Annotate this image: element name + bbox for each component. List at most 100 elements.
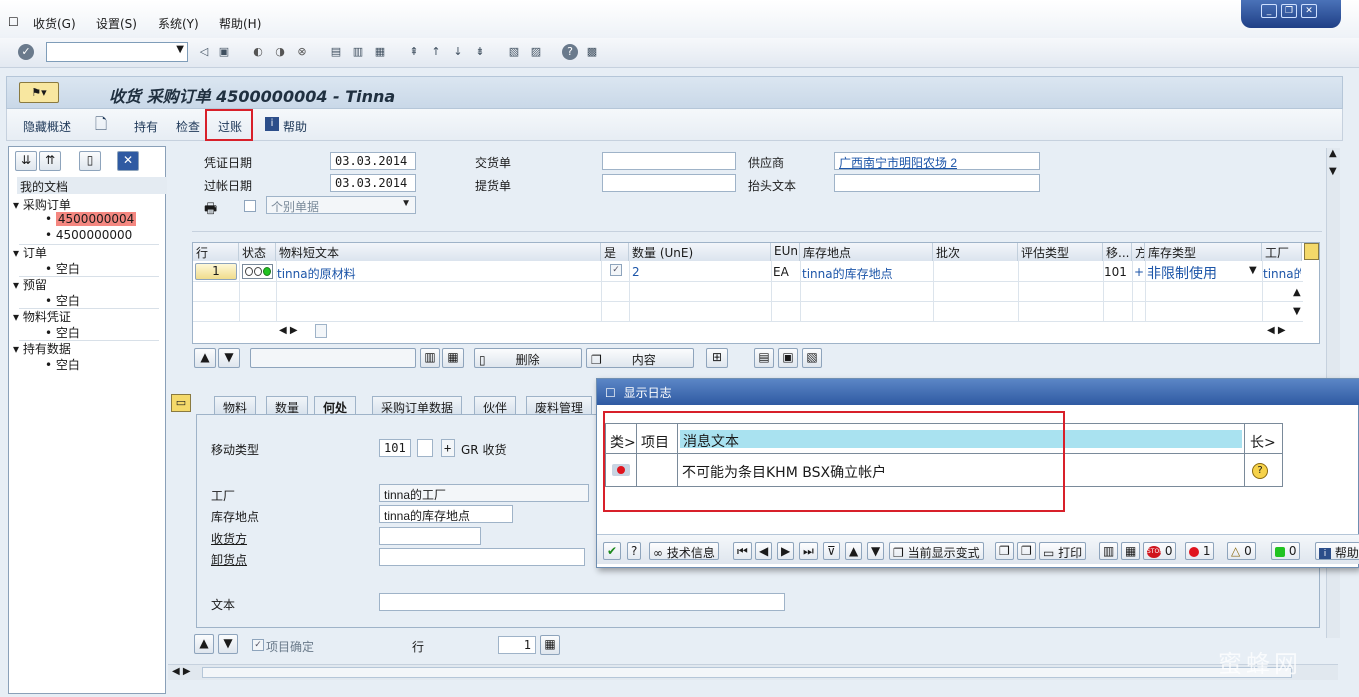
movement-type-field[interactable]: 101: [379, 439, 411, 457]
tab-po-data[interactable]: 采购订单数据: [372, 396, 463, 415]
error-count-button[interactable]: 1: [1185, 542, 1215, 560]
movement-cell[interactable]: 101: [1104, 265, 1127, 279]
next-icon[interactable]: ▶: [777, 542, 795, 560]
find-next-icon[interactable]: ▦: [1121, 542, 1141, 560]
first-icon[interactable]: ⏮: [733, 542, 752, 560]
check-button[interactable]: 检查: [176, 118, 200, 135]
expand-icon[interactable]: ⇊: [15, 151, 37, 171]
menu-settings[interactable]: 设置(S): [96, 15, 137, 32]
col-status[interactable]: 状态: [239, 243, 276, 261]
collapse-icon[interactable]: ⇈: [39, 151, 61, 171]
plant-field[interactable]: tinna的工厂: [379, 484, 589, 502]
tree-leaf-po-4500000000[interactable]: • 4500000000: [45, 228, 132, 242]
new-session-icon[interactable]: ▧: [506, 44, 522, 60]
grid-search-field[interactable]: [250, 348, 416, 368]
scroll-right-icon[interactable]: ◀ ▶: [1267, 325, 1286, 336]
next-item-icon[interactable]: ▼: [218, 634, 238, 654]
tree-leaf-reservation-empty[interactable]: • 空白: [45, 292, 80, 309]
printer-icon[interactable]: 🖶: [204, 198, 217, 222]
save-layout-icon[interactable]: ❐: [1017, 542, 1036, 560]
close-window-icon[interactable]: ✕: [1301, 4, 1317, 18]
close-icon[interactable]: ✕: [117, 151, 139, 171]
tree-leaf-material-doc-empty[interactable]: • 空白: [45, 324, 80, 341]
col-sloc[interactable]: 库存地点: [800, 243, 933, 261]
recipient-field[interactable]: [379, 527, 481, 545]
chevron-down-icon[interactable]: ▼: [176, 44, 184, 55]
col-ok[interactable]: 是: [601, 243, 629, 261]
filter-icon[interactable]: ▼: [218, 348, 240, 368]
col-batch[interactable]: 批次: [933, 243, 1018, 261]
help-icon[interactable]: ?: [562, 44, 578, 60]
restore-icon[interactable]: ❐: [1281, 4, 1297, 18]
stop-count-button[interactable]: STOP 0: [1143, 542, 1177, 560]
horizontal-scroll-thumb[interactable]: [315, 324, 327, 338]
print-version-select[interactable]: 个别单据 ▼: [266, 196, 416, 214]
enter-icon[interactable]: ✓: [18, 44, 34, 60]
go-to-line-icon[interactable]: ▦: [540, 635, 560, 655]
hold-button[interactable]: 持有: [134, 118, 158, 135]
first-page-icon[interactable]: ⇞: [406, 44, 422, 60]
overview-toggle-icon[interactable]: ⚑▾: [19, 82, 59, 103]
long-text-help-icon[interactable]: ?: [1252, 463, 1268, 479]
command-field[interactable]: ▼: [46, 42, 188, 62]
next-page-icon[interactable]: ↓: [450, 44, 466, 60]
col-long-text[interactable]: 长>: [1250, 432, 1276, 452]
column-layout-icon[interactable]: [1304, 243, 1319, 260]
quantity-cell[interactable]: 2: [632, 265, 640, 279]
select-icon[interactable]: ▣: [778, 348, 798, 368]
tab-quantity[interactable]: 数量: [266, 396, 309, 415]
line-number-field[interactable]: 1: [498, 636, 536, 654]
vendor-field[interactable]: 广西南宁市明阳农场 2: [834, 152, 1040, 170]
tree-node-order[interactable]: ▾ 订单: [13, 244, 47, 261]
col-plant[interactable]: 工厂: [1262, 243, 1302, 261]
menu-system[interactable]: 系统(Y): [158, 15, 199, 32]
find-icon[interactable]: ▥: [1099, 542, 1119, 560]
filter-icon[interactable]: ⊽: [823, 542, 840, 560]
scroll-down-icon[interactable]: ▼: [1329, 166, 1337, 177]
cancel-icon[interactable]: ⊗: [294, 44, 310, 60]
detail-toggle-icon[interactable]: ▭: [171, 394, 191, 412]
scroll-up-icon[interactable]: ▲: [1329, 148, 1337, 159]
col-movement[interactable]: 移...: [1103, 243, 1132, 261]
tree-node-held-data[interactable]: ▾ 持有数据: [13, 340, 71, 357]
new-document-icon[interactable]: 🗋: [95, 114, 107, 139]
minimize-icon[interactable]: _: [1261, 4, 1277, 18]
technical-info-button[interactable]: ∞ 技术信息: [649, 542, 719, 560]
last-page-icon[interactable]: ⇟: [472, 44, 488, 60]
chevron-down-icon[interactable]: ▼: [1249, 265, 1257, 276]
plant-cell[interactable]: tinna的: [1263, 265, 1301, 282]
tab-partner[interactable]: 伙伴: [474, 396, 517, 415]
exit-icon[interactable]: ◑: [272, 44, 288, 60]
shortcut-icon[interactable]: ▨: [528, 44, 544, 60]
unloading-point-field[interactable]: [379, 548, 585, 566]
find-icon[interactable]: ▥: [350, 44, 366, 60]
back-arrow-icon[interactable]: ◁: [196, 44, 212, 60]
last-icon[interactable]: ⏭: [799, 542, 818, 560]
prev-page-icon[interactable]: ↑: [428, 44, 444, 60]
back-icon[interactable]: ◐: [250, 44, 266, 60]
tab-material[interactable]: 物料: [214, 396, 257, 415]
col-direction[interactable]: 方: [1132, 243, 1145, 261]
system-menu-icon[interactable]: ☐: [8, 15, 19, 29]
col-material-text[interactable]: 物料短文本: [276, 243, 601, 261]
horizontal-scrollbar[interactable]: ◀ ▶: [168, 664, 1338, 680]
col-valuation-type[interactable]: 评估类型: [1018, 243, 1103, 261]
tree-node-material-doc[interactable]: ▾ 物料凭证: [13, 308, 71, 325]
tree-node-purchase-order[interactable]: ▾ 采购订单: [13, 196, 71, 213]
deselect-icon[interactable]: ▧: [802, 348, 822, 368]
help-button[interactable]: i 帮助: [1315, 542, 1359, 560]
col-eun[interactable]: EUn: [771, 243, 800, 261]
col-line[interactable]: 行: [193, 243, 239, 261]
layout-menu-icon[interactable]: ▩: [584, 44, 600, 60]
current-display-variant-button[interactable]: ❐ 当前显示变式: [889, 542, 984, 560]
scroll-left-icon[interactable]: ◀ ▶: [279, 325, 298, 336]
sloc-field[interactable]: tinna的库存地点: [379, 505, 513, 523]
warning-count-button[interactable]: △ 0: [1227, 542, 1256, 560]
doc-date-field[interactable]: 03.03.2014: [330, 152, 416, 170]
choose-layout-icon[interactable]: ❐: [995, 542, 1014, 560]
tree-node-reservation[interactable]: ▾ 预留: [13, 276, 47, 293]
delivery-note-field[interactable]: [602, 152, 736, 170]
scroll-up-icon[interactable]: ▲: [1293, 287, 1301, 298]
bill-of-lading-field[interactable]: [602, 174, 736, 192]
help-button[interactable]: 帮助: [283, 118, 307, 135]
